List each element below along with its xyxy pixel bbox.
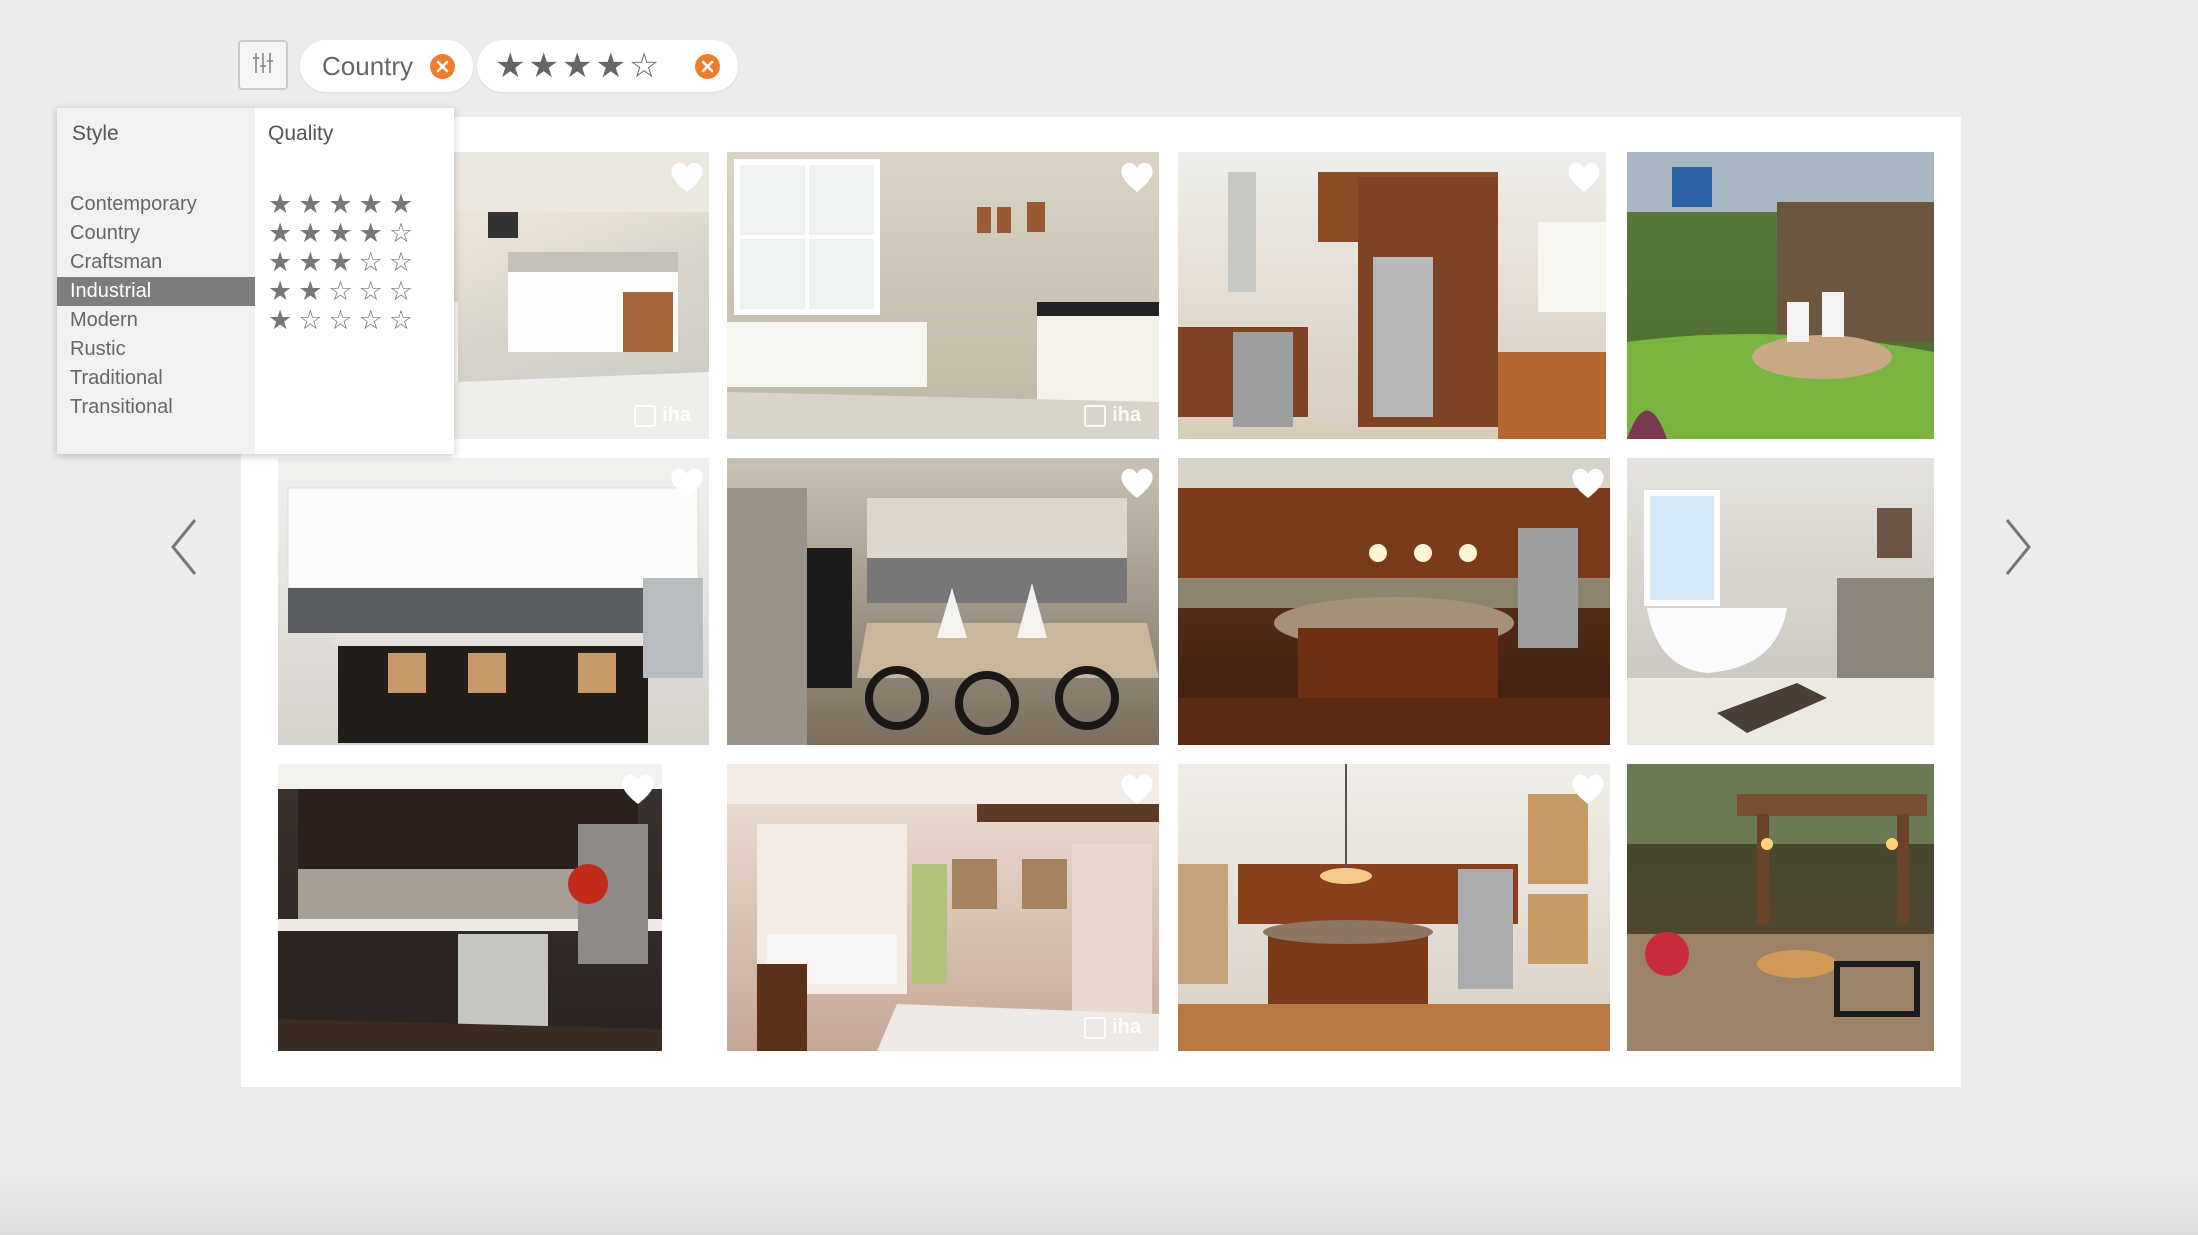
favorite-button[interactable] (1570, 772, 1606, 806)
country-filter-chip: Country (300, 40, 473, 92)
gallery-image-bathroom-bathtub-window[interactable]: iha (727, 152, 1159, 439)
heart-icon (671, 468, 703, 498)
photo-bathroom (727, 159, 1159, 439)
favorite-button[interactable] (620, 772, 656, 806)
filter-toggle-button[interactable] (238, 40, 288, 90)
remove-quality-filter-button[interactable] (695, 53, 720, 79)
quality-filter-chip: ★★★★☆ (477, 40, 738, 92)
photo-wood-kitchen (1178, 172, 1606, 439)
heart-icon (1568, 162, 1600, 192)
photo-cherry-kitchen (1178, 458, 1610, 745)
style-option-industrial[interactable]: Industrial (57, 277, 255, 306)
heart-icon (622, 774, 654, 804)
heart-icon (1572, 468, 1604, 498)
photo-patio (1627, 764, 1934, 1051)
photo-cottage-dining (727, 764, 1159, 1051)
favorite-button[interactable] (1119, 160, 1155, 194)
style-option-transitional[interactable]: Transitional (57, 393, 255, 422)
style-column: Style Contemporary Country Craftsman Ind… (57, 108, 255, 454)
heart-icon (1572, 774, 1604, 804)
watermark: iha (1084, 404, 1141, 427)
quality-option-2-stars[interactable]: ★★☆☆☆ (268, 277, 419, 306)
favorite-button[interactable] (1570, 466, 1606, 500)
photo-vaulted-kitchen (1178, 764, 1610, 1051)
gallery-image-backyard-garden-firepit[interactable] (1627, 152, 1934, 439)
heart-icon (1121, 162, 1153, 192)
close-circle-icon (701, 60, 714, 72)
photo-white-black-kitchen (287, 487, 703, 743)
gallery-image-wood-kitchen-steel-fridge[interactable] (1178, 152, 1606, 439)
style-option-country[interactable]: Country (57, 219, 255, 248)
photo-bathroom-tub (1627, 490, 1934, 745)
quality-option-4-stars[interactable]: ★★★★☆ (268, 219, 419, 248)
gallery-image-dark-kitchen-mosaic-backsplash[interactable] (278, 764, 662, 1051)
gallery-image-patio-pergola-evening[interactable] (1627, 764, 1934, 1051)
gallery-image-bathroom-freestanding-tub[interactable] (1627, 458, 1934, 745)
photo-grey-kitchen (727, 488, 1159, 745)
quality-option-3-stars[interactable]: ★★★☆☆ (268, 248, 419, 277)
gallery-image-cottage-dining-kitchen[interactable]: iha (727, 764, 1159, 1051)
photo-dark-kitchen (278, 764, 662, 1051)
bottom-shade (0, 1175, 2198, 1235)
quality-option-5-stars[interactable]: ★★★★★ (268, 190, 419, 219)
favorite-button[interactable] (1566, 160, 1602, 194)
chevron-left-icon (171, 519, 197, 575)
remove-country-filter-button[interactable] (430, 53, 455, 79)
style-heading: Style (72, 122, 119, 145)
style-option-craftsman[interactable]: Craftsman (57, 248, 255, 277)
quality-list: ★★★★★ ★★★★☆ ★★★☆☆ ★★☆☆☆ ★☆☆☆☆ (268, 190, 419, 335)
gallery-image-wood-kitchen-vaulted-ceiling[interactable] (1178, 764, 1610, 1051)
heart-icon (1121, 468, 1153, 498)
next-page-button[interactable] (1997, 512, 2037, 582)
gallery-image-grey-kitchen-bar-stools[interactable] (727, 458, 1159, 745)
watermark: iha (1084, 1016, 1141, 1039)
sliders-icon (250, 50, 276, 81)
watermark-logo-icon (634, 404, 657, 427)
favorite-button[interactable] (1119, 466, 1155, 500)
quality-heading: Quality (268, 122, 334, 145)
close-circle-icon (436, 60, 449, 72)
quality-option-1-star[interactable]: ★☆☆☆☆ (268, 306, 419, 335)
gallery-image-white-kitchen-black-island[interactable] (278, 458, 709, 745)
style-option-modern[interactable]: Modern (57, 306, 255, 335)
heart-icon (671, 162, 703, 192)
chevron-right-icon (2005, 519, 2031, 575)
quality-chip-stars: ★★★★☆ (495, 47, 663, 85)
watermark-logo-icon (1084, 404, 1107, 427)
watermark: iha (634, 404, 691, 427)
gallery-panel: iha iha iha (241, 117, 1961, 1087)
photo-backyard (1627, 152, 1934, 439)
previous-page-button[interactable] (165, 512, 205, 582)
favorite-button[interactable] (1119, 772, 1155, 806)
gallery-image-cherry-kitchen-pendants[interactable] (1178, 458, 1610, 745)
style-option-rustic[interactable]: Rustic (57, 335, 255, 364)
favorite-button[interactable] (669, 160, 705, 194)
watermark-logo-icon (1084, 1016, 1107, 1039)
style-list: Contemporary Country Craftsman Industria… (57, 190, 255, 422)
favorite-button[interactable] (669, 466, 705, 500)
heart-icon (1121, 774, 1153, 804)
quality-column: Quality ★★★★★ ★★★★☆ ★★★☆☆ ★★☆☆☆ ★☆☆☆☆ (255, 108, 454, 454)
style-option-contemporary[interactable]: Contemporary (57, 190, 255, 219)
filter-dropdown: Style Contemporary Country Craftsman Ind… (57, 108, 454, 454)
style-option-traditional[interactable]: Traditional (57, 364, 255, 393)
country-chip-label: Country (322, 50, 414, 81)
